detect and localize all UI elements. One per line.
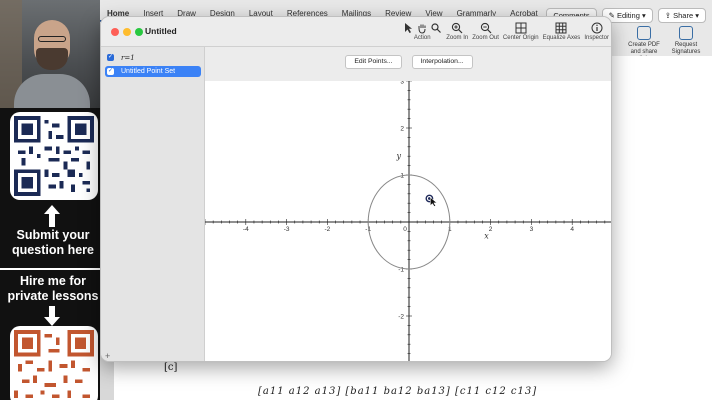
grapher-window: Untitled Action Zoom In Zoom Out Center … bbox=[100, 16, 612, 362]
x-tick-label: 0 bbox=[403, 226, 407, 233]
equation-sidebar: ✓ r=1 ✓ Untitled Point Set + bbox=[101, 47, 205, 361]
zoom-in-button[interactable]: Zoom In bbox=[446, 22, 468, 41]
x-axis-label: x bbox=[484, 231, 489, 240]
x-tick-label: -4 bbox=[243, 226, 249, 233]
close-window-button[interactable] bbox=[111, 28, 119, 36]
zoom-in-label: Zoom In bbox=[446, 35, 469, 41]
doc-bracket-c: [c] bbox=[164, 362, 178, 373]
webcam-feed bbox=[0, 0, 100, 108]
y-tick-label: 3 bbox=[400, 81, 404, 86]
y-tick-label: -2 bbox=[398, 314, 404, 321]
info-icon bbox=[591, 22, 603, 34]
equalize-axes-icon bbox=[555, 22, 567, 34]
graph-area: Edit Points... Interpolation... -4 -3 -2 -1… bbox=[205, 47, 612, 362]
share-button[interactable]: ⇪ Share ▾ bbox=[657, 8, 706, 23]
equalize-axes-label: Equalize Axes bbox=[542, 35, 581, 41]
editing-label: Editing bbox=[616, 11, 640, 20]
edit-points-button[interactable]: Edit Points... bbox=[345, 55, 402, 69]
hire-me-text: Hire me for private lessons bbox=[7, 274, 99, 303]
equation-checkbox[interactable]: ✓ bbox=[107, 54, 114, 61]
inspector-button[interactable]: Inspector bbox=[584, 22, 609, 41]
equation-text: r=1 bbox=[121, 53, 135, 62]
zoom-out-icon bbox=[480, 22, 492, 34]
point-set-label: Untitled Point Set bbox=[121, 68, 176, 75]
x-tick-label: 5 bbox=[611, 226, 612, 233]
center-origin-label: Center Origin bbox=[502, 35, 539, 41]
x-tick-label: 4 bbox=[570, 226, 574, 233]
window-title: Untitled bbox=[145, 26, 177, 36]
question-qr-code[interactable] bbox=[10, 112, 98, 200]
request-signatures-label: Request Signatures bbox=[671, 42, 701, 55]
y-tick-label: -3 bbox=[398, 361, 404, 363]
equalize-axes-button[interactable]: Equalize Axes bbox=[542, 22, 581, 41]
hand-icon bbox=[418, 24, 426, 34]
zoom-out-label: Zoom Out bbox=[472, 35, 499, 41]
arrow-cursor-icon bbox=[405, 23, 413, 33]
signature-icon bbox=[679, 26, 693, 40]
arrow-up-icon bbox=[44, 205, 60, 227]
action-tool[interactable]: Action bbox=[402, 22, 442, 41]
x-tick-label: 3 bbox=[530, 226, 534, 233]
action-label: Action bbox=[413, 35, 431, 41]
add-equation-button[interactable]: + bbox=[105, 351, 110, 361]
graph-svg[interactable]: -4-3-2-1012345-3-2-1123xy bbox=[205, 81, 612, 362]
grapher-titlebar: Untitled Action Zoom In Zoom Out Center … bbox=[101, 17, 611, 47]
zoom-out-button[interactable]: Zoom Out bbox=[472, 22, 499, 41]
doc-matrix-row: [a11 a12 a13] [ba11 ba12 ba13] [c11 c12 … bbox=[258, 386, 538, 397]
plot-canvas[interactable]: -4-3-2-1012345-3-2-1123xy bbox=[205, 81, 612, 362]
point-set-checkbox[interactable]: ✓ bbox=[107, 68, 114, 75]
y-tick-label: 2 bbox=[400, 126, 404, 133]
center-origin-button[interactable]: Center Origin bbox=[503, 22, 539, 41]
magnifier-icon bbox=[431, 23, 442, 33]
x-tick-label: 2 bbox=[489, 226, 493, 233]
lessons-qr-code[interactable] bbox=[10, 326, 98, 400]
submit-question-text: Submit your question here bbox=[12, 228, 94, 257]
y-axis-label: y bbox=[396, 152, 402, 161]
x-tick-label: -3 bbox=[284, 226, 290, 233]
inspector-label: Inspector bbox=[584, 35, 609, 41]
center-origin-icon bbox=[515, 22, 527, 34]
minimize-window-button[interactable] bbox=[123, 28, 131, 36]
divider bbox=[0, 268, 106, 270]
x-tick-label: -2 bbox=[325, 226, 331, 233]
interpolation-button[interactable]: Interpolation... bbox=[411, 55, 473, 69]
share-label: Share bbox=[673, 11, 694, 20]
point-set-item[interactable]: ✓ Untitled Point Set bbox=[105, 66, 201, 77]
pdf-icon bbox=[637, 26, 651, 40]
zoom-in-icon bbox=[452, 22, 463, 34]
equation-item[interactable]: ✓ r=1 bbox=[105, 52, 201, 63]
zoom-window-button[interactable] bbox=[135, 28, 143, 36]
arrow-down-icon bbox=[44, 306, 60, 326]
mouse-cursor-icon bbox=[430, 196, 438, 207]
stream-sidebar: Submit your question here Hire me for pr… bbox=[0, 0, 106, 400]
